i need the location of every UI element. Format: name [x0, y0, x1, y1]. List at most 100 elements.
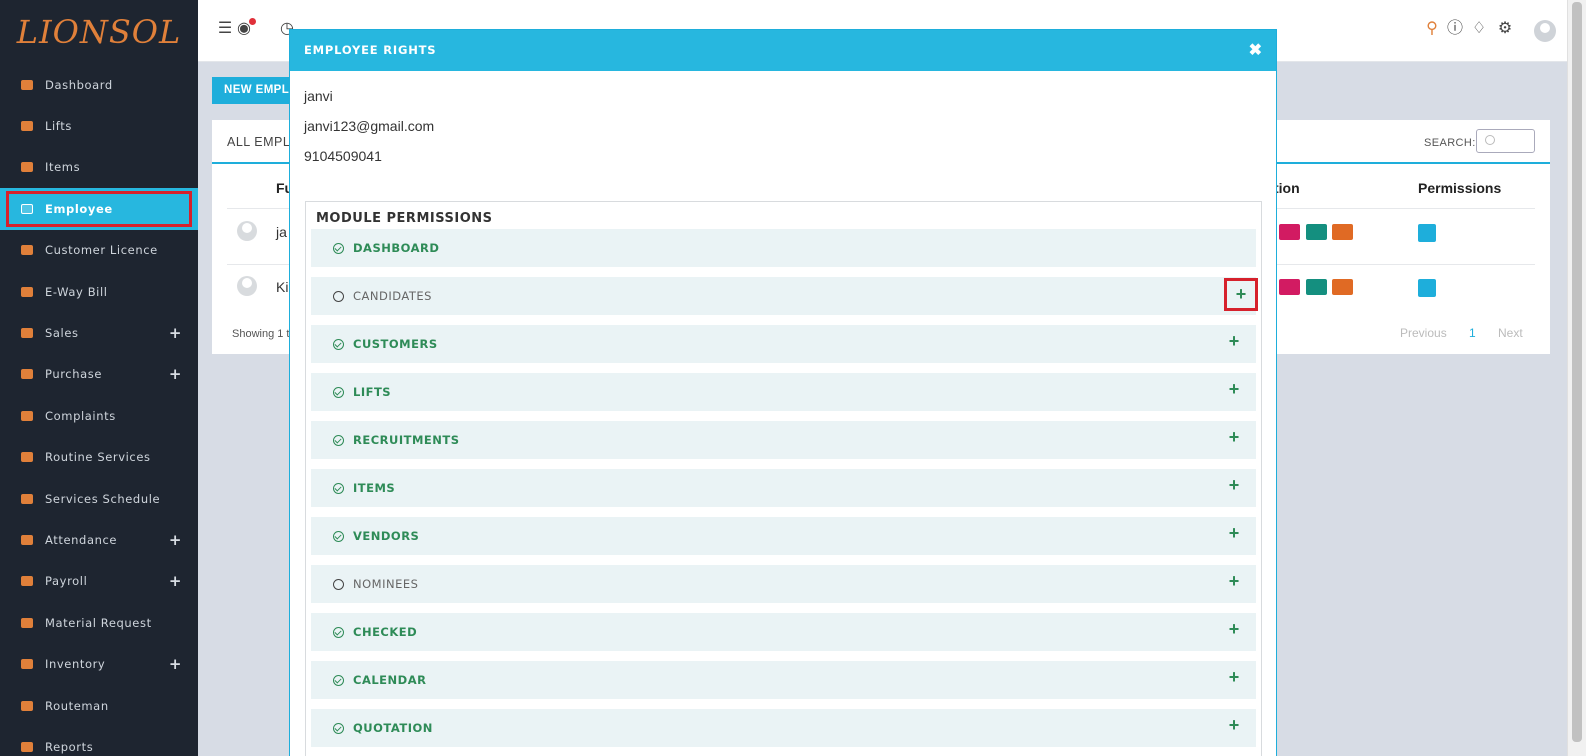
pagination-next[interactable]: Next: [1498, 326, 1523, 340]
sidebar-item-routeman[interactable]: Routeman: [0, 685, 198, 726]
expand-plus-icon[interactable]: +: [1220, 713, 1248, 741]
module-label: CANDIDATES: [353, 289, 432, 303]
expand-icon[interactable]: +: [169, 531, 182, 549]
sidebar-item-label: Customer Licence: [45, 243, 158, 258]
column-header-permissions[interactable]: Permissions: [1418, 180, 1501, 196]
check-circle-icon[interactable]: [333, 435, 344, 446]
sidebar-item-label: Payroll: [45, 574, 88, 589]
circle-icon[interactable]: [333, 579, 344, 590]
sidebar-item-sales[interactable]: Sales +: [0, 312, 198, 353]
module-row-dashboard[interactable]: DASHBOARD: [311, 229, 1256, 267]
sidebar-item-attendance[interactable]: Attendance +: [0, 519, 198, 560]
employee-phone: 9104509041: [304, 148, 382, 164]
expand-plus-icon[interactable]: +: [1220, 665, 1248, 693]
edit-permissions-icon[interactable]: [1418, 279, 1436, 297]
pagination-previous[interactable]: Previous: [1400, 326, 1447, 340]
module-row-checked[interactable]: CHECKED +: [311, 613, 1256, 651]
sidebar-item-purchase[interactable]: Purchase +: [0, 354, 198, 395]
pagination-current[interactable]: 1: [1469, 326, 1476, 340]
sidebar-item-label: Inventory: [45, 657, 106, 672]
expand-plus-icon[interactable]: +: [1220, 521, 1248, 549]
module-row-customers[interactable]: CUSTOMERS +: [311, 325, 1256, 363]
check-circle-icon[interactable]: [333, 387, 344, 398]
money-icon[interactable]: [1306, 279, 1327, 295]
expand-plus-icon[interactable]: +: [1220, 425, 1248, 453]
sidebar-item-services-schedule[interactable]: Services Schedule: [0, 478, 198, 519]
sidebar-item-customer-licence[interactable]: Customer Licence: [0, 230, 198, 271]
hamburger-icon[interactable]: ☰: [216, 20, 234, 38]
money-icon[interactable]: [1306, 224, 1327, 240]
sidebar-item-reports[interactable]: Reports: [0, 726, 198, 756]
check-circle-icon[interactable]: [333, 723, 344, 734]
check-circle-icon[interactable]: [333, 627, 344, 638]
expand-plus-icon[interactable]: +: [1220, 617, 1248, 645]
module-row-recruitments[interactable]: RECRUITMENTS +: [311, 421, 1256, 459]
bed-icon[interactable]: [1332, 224, 1353, 240]
check-circle-icon[interactable]: [333, 531, 344, 542]
search-input[interactable]: [1476, 129, 1535, 153]
module-label: CUSTOMERS: [353, 337, 438, 351]
help-icon[interactable]: ⓘ: [1446, 20, 1464, 38]
expand-icon[interactable]: +: [169, 655, 182, 673]
sidebar-item-complaints[interactable]: Complaints: [0, 395, 198, 436]
expand-plus-icon[interactable]: +: [1220, 473, 1248, 501]
sidebar-item-label: Complaints: [45, 408, 116, 423]
brand-logo[interactable]: LIONSOL: [0, 0, 198, 64]
edit-permissions-icon[interactable]: [1418, 224, 1436, 242]
sidebar-item-dashboard[interactable]: Dashboard: [0, 64, 198, 105]
link-icon[interactable]: [1279, 224, 1300, 240]
check-circle-icon[interactable]: [333, 339, 344, 350]
module-label: ITEMS: [353, 481, 396, 495]
bell-icon[interactable]: ♢: [1470, 20, 1488, 38]
sidebar-item-material-request[interactable]: Material Request: [0, 602, 198, 643]
column-header-action[interactable]: tion: [1274, 180, 1300, 196]
sidebar-item-employee[interactable]: Employee: [0, 188, 198, 230]
expand-plus-icon[interactable]: +: [1220, 377, 1248, 405]
table-row-name[interactable]: Ki: [276, 279, 288, 295]
gear-icon[interactable]: ⚙: [1496, 20, 1514, 38]
page-scrollbar[interactable]: [1567, 0, 1586, 756]
module-row-candidates[interactable]: CANDIDATES +: [311, 277, 1258, 315]
module-row-nominees[interactable]: NOMINEES +: [311, 565, 1256, 603]
avatar: [237, 276, 257, 296]
employee-email: janvi123@gmail.com: [304, 118, 435, 134]
avatar[interactable]: [1534, 20, 1556, 42]
sidebar-item-label: E-Way Bill: [45, 284, 108, 299]
sidebar-item-label: Attendance: [45, 532, 118, 547]
check-circle-icon[interactable]: [333, 483, 344, 494]
modal-header: EMPLOYEE RIGHTS ✖: [290, 30, 1276, 71]
module-label: DASHBOARD: [353, 241, 440, 255]
sidebar-item-items[interactable]: Items: [0, 147, 198, 188]
sidebar-item-routine-services[interactable]: Routine Services: [0, 437, 198, 478]
table-row-name[interactable]: ja: [276, 224, 287, 240]
module-row-vendors[interactable]: VENDORS +: [311, 517, 1256, 555]
expand-icon[interactable]: +: [169, 365, 182, 383]
module-row-quotation[interactable]: QUOTATION +: [311, 709, 1256, 747]
truck-icon: [20, 286, 34, 298]
sidebar-item-label: Routeman: [45, 698, 109, 713]
module-row-calendar[interactable]: CALENDAR +: [311, 661, 1256, 699]
check-circle-icon[interactable]: [333, 243, 344, 254]
avatar: [237, 221, 257, 241]
module-row-items[interactable]: ITEMS +: [311, 469, 1256, 507]
close-icon[interactable]: ✖: [1249, 40, 1262, 60]
check-circle-icon[interactable]: [333, 675, 344, 686]
sidebar-item-payroll[interactable]: Payroll +: [0, 561, 198, 602]
expand-icon[interactable]: +: [169, 324, 182, 342]
expand-plus-icon[interactable]: [1220, 233, 1248, 261]
link-icon[interactable]: [1279, 279, 1300, 295]
expand-icon[interactable]: +: [169, 572, 182, 590]
sidebar-item-lifts[interactable]: Lifts: [0, 105, 198, 146]
expand-plus-icon[interactable]: +: [1220, 569, 1248, 597]
expand-plus-icon[interactable]: +: [1220, 329, 1248, 357]
globe-icon[interactable]: ◉: [235, 18, 256, 38]
sidebar-item-inventory[interactable]: Inventory +: [0, 643, 198, 684]
bed-icon[interactable]: [1332, 279, 1353, 295]
expand-plus-icon[interactable]: +: [1224, 278, 1258, 311]
module-row-lifts[interactable]: LIFTS +: [311, 373, 1256, 411]
scrollbar-thumb[interactable]: [1572, 2, 1582, 742]
circle-icon[interactable]: [333, 291, 344, 302]
module-label: RECRUITMENTS: [353, 433, 460, 447]
search-icon[interactable]: ⚲: [1423, 20, 1441, 38]
sidebar-item-eway-bill[interactable]: E-Way Bill: [0, 271, 198, 312]
